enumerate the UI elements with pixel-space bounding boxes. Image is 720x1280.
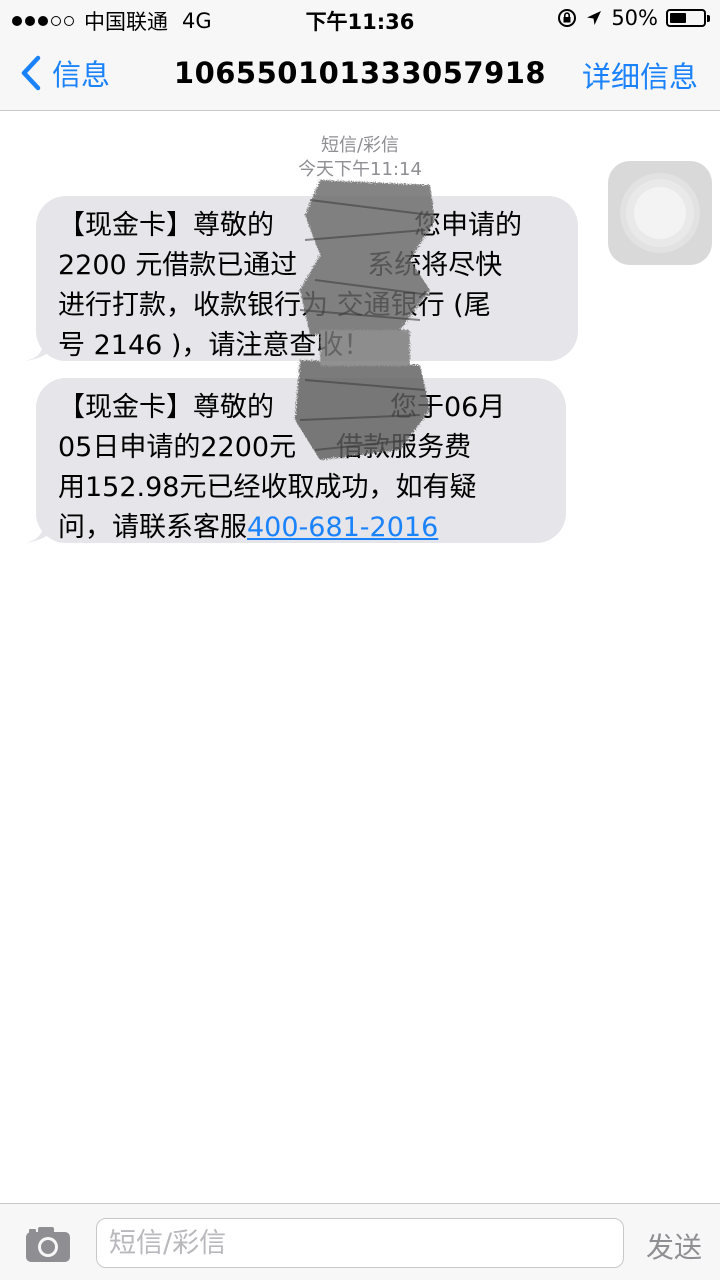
bubble-tail (26, 335, 56, 361)
message-line: 【现金卡】尊敬的 您申请的 (58, 210, 522, 241)
rotation-lock-icon (558, 9, 577, 27)
compose-bar: 发送 (0, 1203, 720, 1280)
camera-icon[interactable] (24, 1224, 72, 1264)
phone-number-link[interactable]: 400-681-2016 (247, 512, 438, 543)
message-line: 进行打款，收款银行为 交通银行 (尾 (58, 290, 491, 321)
message-line: 用152.98元已经收取成功，如有疑 (58, 472, 477, 503)
incoming-message-bubble[interactable]: 【现金卡】尊敬的 您于06月 05日申请的2200元 借款服务费 用152.98元已… (26, 378, 566, 543)
incoming-message-bubble[interactable]: 【现金卡】尊敬的 您申请的 2200 元借款已通过 系统将尽快 进行打款，收款银行为… (26, 196, 578, 361)
location-arrow-icon (587, 11, 602, 25)
send-button[interactable]: 发送 (646, 1226, 702, 1266)
message-line: 2200 元借款已通过 系统将尽快 (58, 250, 503, 281)
assistive-touch-icon[interactable] (608, 161, 712, 265)
navigation-bar: 信息 10655010133305791​8 详细信息 (0, 38, 720, 111)
message-type-label: 短信/彩信 (320, 135, 400, 156)
status-right: 50% (557, 6, 710, 30)
battery-level-fill (670, 13, 686, 23)
message-input[interactable] (96, 1218, 624, 1268)
details-button[interactable]: 详细信息 (582, 54, 698, 96)
messages-screen: 中国联通 4G 下午11:36 50% 信息 10655010133305791… (0, 0, 720, 1280)
message-line: 05日申请的2200元 借款服务费 (58, 432, 472, 463)
message-line: 【现金卡】尊敬的 您于06月 (58, 392, 506, 423)
battery-icon (666, 9, 710, 27)
message-line: 问，请联系客服400-681-2016 (58, 512, 439, 543)
bubble-tail (26, 517, 56, 543)
message-line: 号 2146 )，请注意查收！ (58, 330, 371, 361)
status-bar: 中国联通 4G 下午11:36 50% (0, 0, 720, 38)
battery-percentage: 50% (611, 6, 658, 30)
